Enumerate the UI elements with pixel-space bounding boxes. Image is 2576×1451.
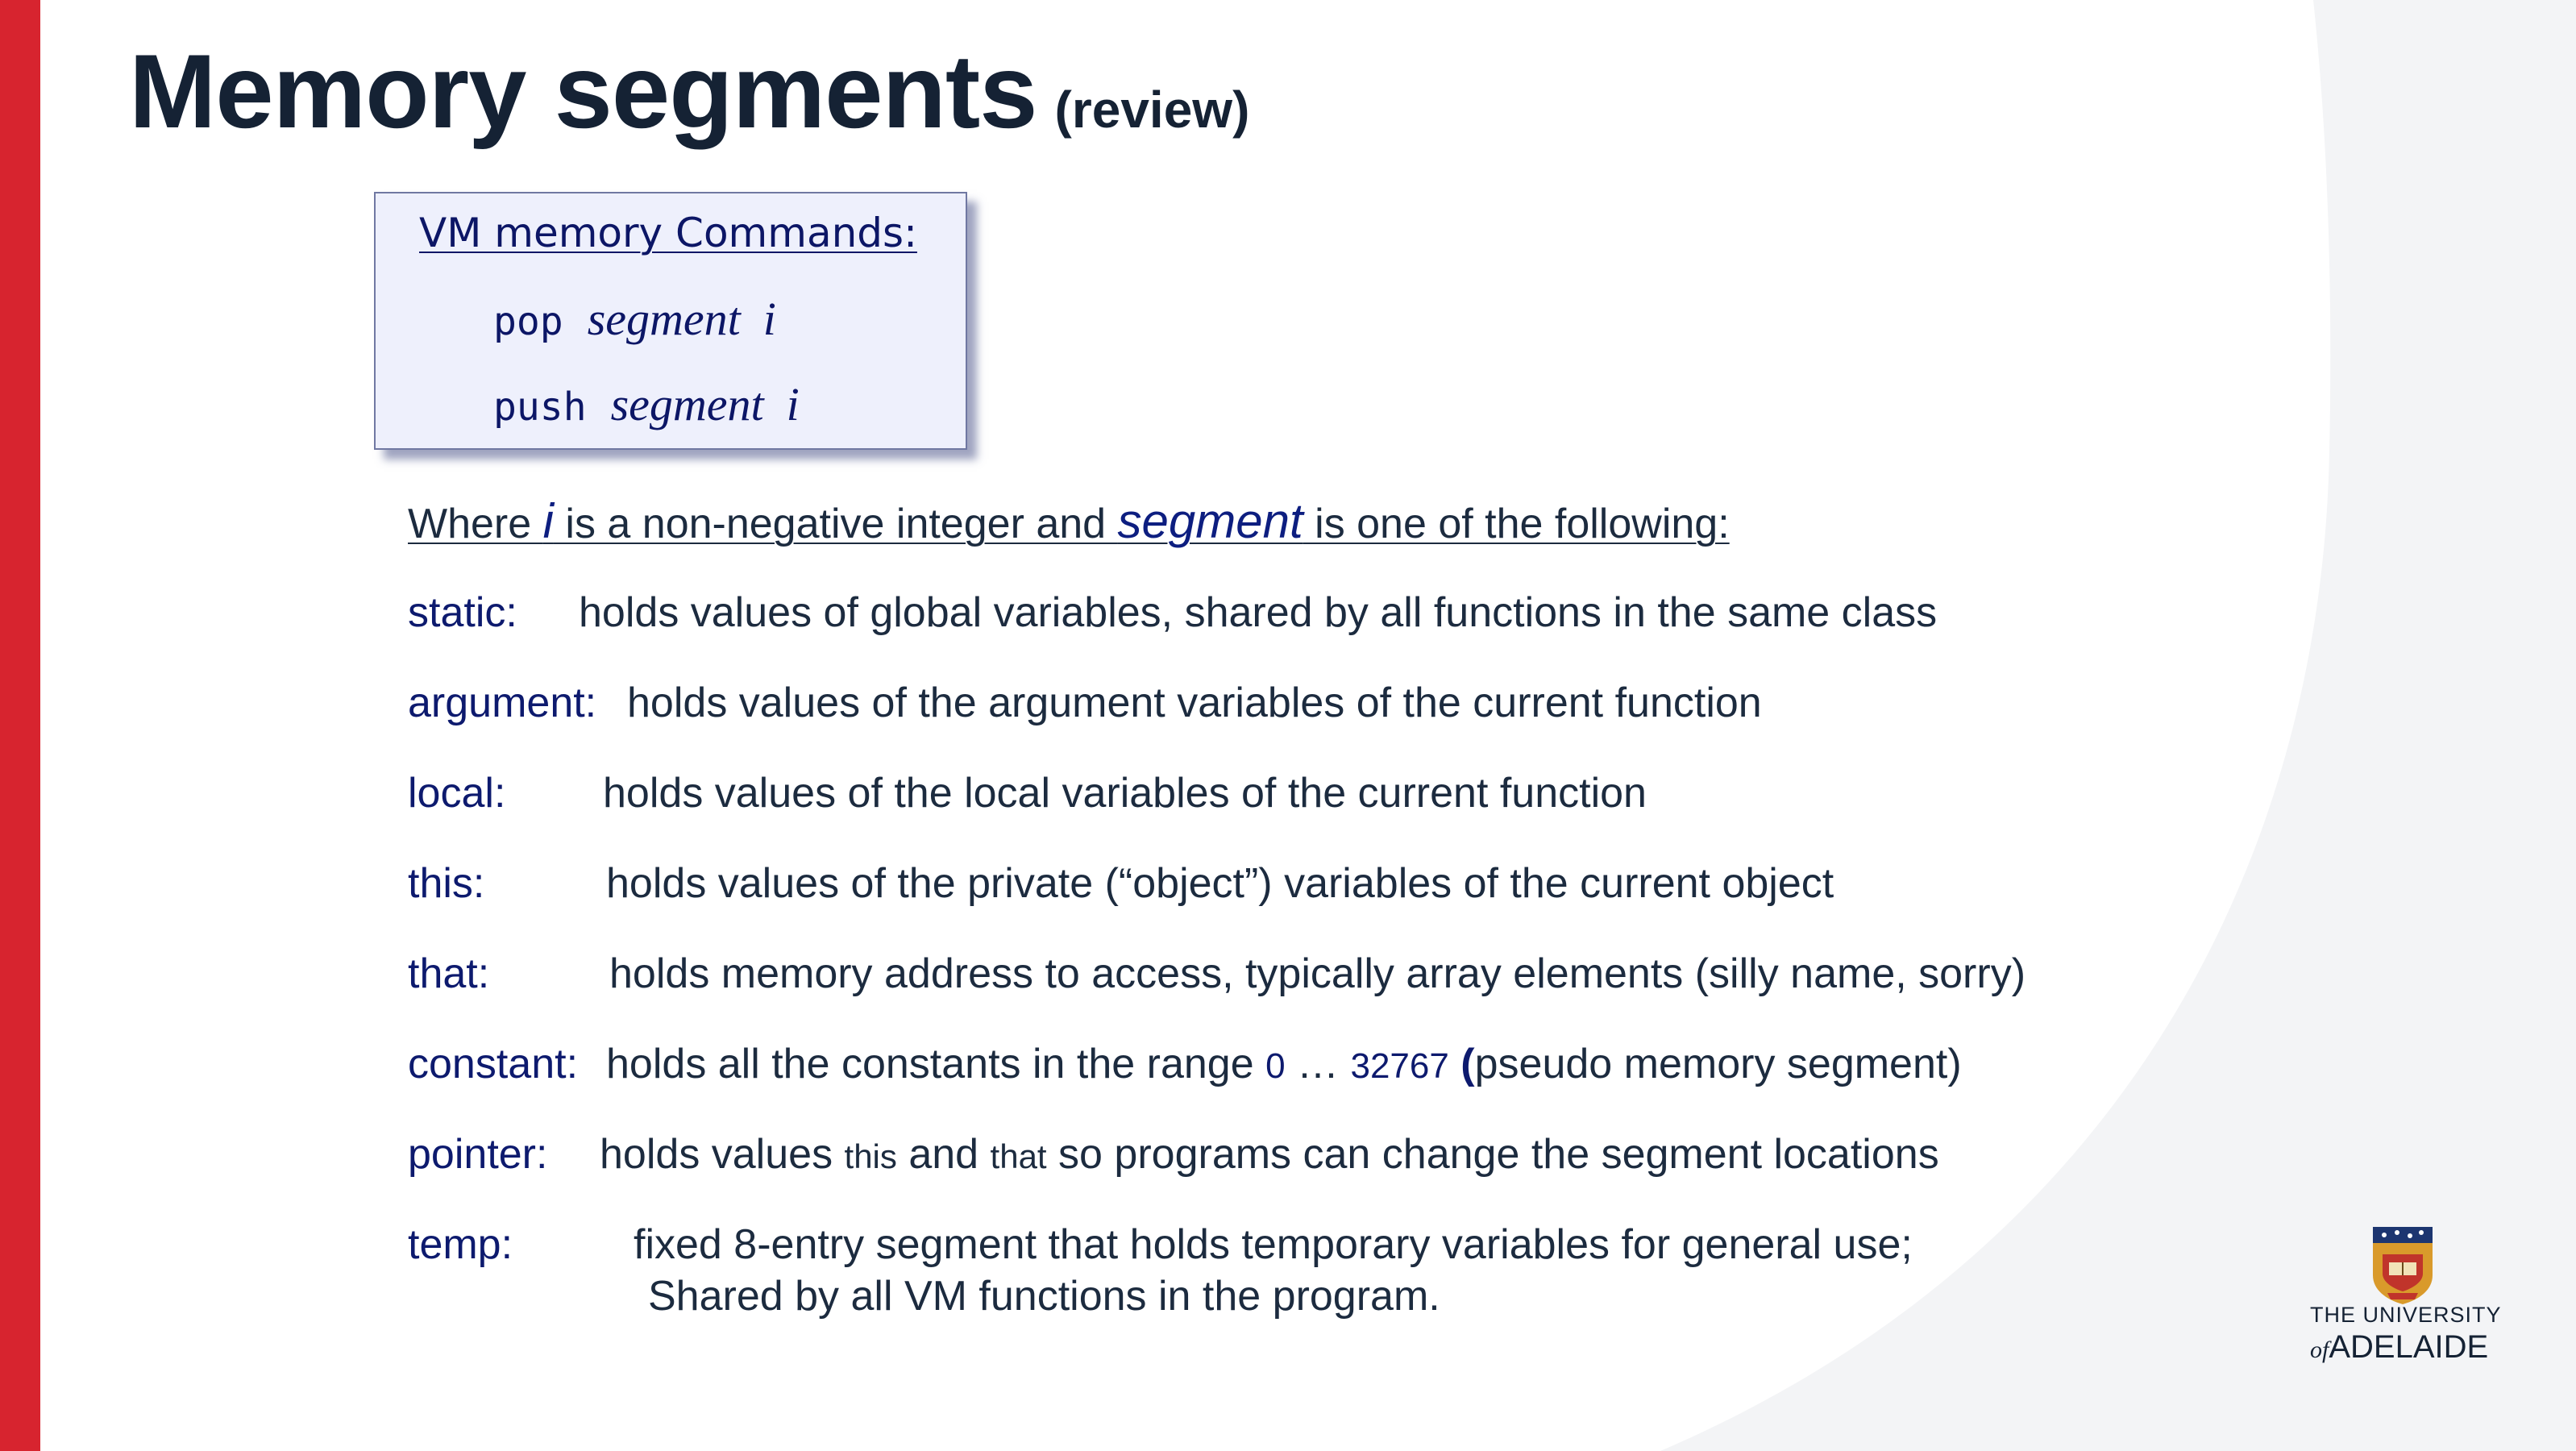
- logo-of: of: [2310, 1337, 2329, 1363]
- vm-commands-heading: VM memory Commands:: [419, 210, 917, 256]
- title-sub: (review): [1054, 81, 1250, 139]
- constant-range-end: 32767: [1350, 1046, 1449, 1086]
- segment-desc-continued: Shared by all VM functions in the progra…: [648, 1273, 1440, 1320]
- constant-paren-open: (: [1448, 1041, 1475, 1087]
- segment-desc: holds values of the argument variables o…: [627, 680, 1762, 726]
- segment-name: argument:: [408, 680, 597, 726]
- segment-name: local:: [408, 770, 506, 817]
- segment-desc: holds values of the private (“object”) v…: [606, 860, 1834, 907]
- university-logo: THE UNIVERSITY ofADELAIDE: [2310, 1303, 2502, 1364]
- pop-index-arg: i: [762, 293, 776, 345]
- segment-name: that:: [408, 950, 490, 997]
- pointer-desc-text: holds values: [600, 1131, 845, 1178]
- segment-desc: holds values of the local variables of t…: [603, 770, 1647, 817]
- segment-name: temp:: [408, 1221, 513, 1268]
- constant-range-start: 0: [1265, 1046, 1286, 1086]
- segment-name: pointer:: [408, 1131, 548, 1178]
- segment-desc: fixed 8-entry segment that holds tempora…: [634, 1221, 1913, 1268]
- push-command: push segment i: [493, 377, 800, 431]
- intro-segment-var: segment: [1117, 494, 1303, 548]
- title-main: Memory segments: [129, 32, 1037, 150]
- segment-name: constant:: [408, 1041, 579, 1087]
- push-index-arg: i: [786, 378, 800, 430]
- segment-desc: holds values of global variables, shared…: [579, 589, 1938, 636]
- segments-intro: Where i is a non-negative integer and se…: [408, 493, 1730, 549]
- pointer-this-word: this: [844, 1137, 897, 1175]
- push-keyword: push: [493, 385, 587, 430]
- segment-desc: holds all the constants in the range 0 ……: [606, 1040, 1962, 1088]
- intro-text-1: Where: [408, 501, 543, 547]
- intro-text-2: is a non-negative integer and: [553, 501, 1118, 547]
- push-segment-arg: segment: [610, 378, 764, 430]
- intro-text-3: is one of the following:: [1303, 501, 1730, 547]
- pop-keyword: pop: [493, 299, 563, 344]
- logo-line2: ofADELAIDE: [2310, 1331, 2502, 1363]
- pointer-and-text: and: [896, 1131, 991, 1178]
- constant-range-ellipsis: …: [1285, 1041, 1351, 1087]
- segment-desc: holds values this and that so programs c…: [600, 1130, 1939, 1179]
- logo-adelaide: ADELAIDE: [2329, 1329, 2489, 1365]
- accent-bar: [0, 0, 40, 1451]
- constant-desc-text: holds all the constants in the range: [606, 1041, 1266, 1087]
- vm-commands-box: VM memory Commands: pop segment i push segm…: [374, 192, 967, 450]
- segment-name: this:: [408, 860, 485, 907]
- intro-i-var: i: [542, 494, 554, 548]
- page-title: Memory segments (review): [129, 39, 1249, 143]
- constant-desc-after: pseudo memory segment): [1474, 1041, 1962, 1087]
- logo-line1: THE UNIVERSITY: [2310, 1303, 2502, 1327]
- pop-command: pop segment i: [493, 292, 776, 346]
- segment-name: static:: [408, 589, 517, 636]
- pointer-desc-text-2: so programs can change the segment locat…: [1046, 1131, 1939, 1178]
- pointer-that-word: that: [990, 1137, 1047, 1175]
- segment-desc: holds memory address to access, typicall…: [609, 950, 2026, 997]
- pop-segment-arg: segment: [587, 293, 741, 345]
